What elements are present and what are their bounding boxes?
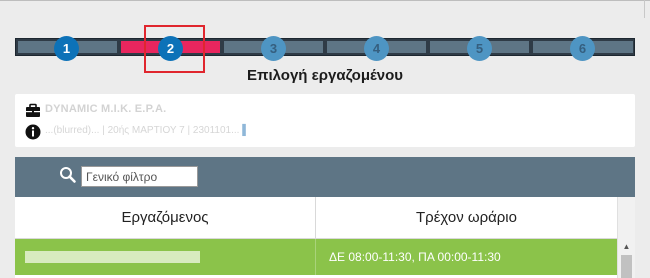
employees-table: Εργαζόμενος Τρέχον ωράριο ΔΕ 08:00-11:30… xyxy=(15,197,635,278)
general-filter-input[interactable] xyxy=(81,166,198,187)
step-1-button[interactable]: 1 xyxy=(54,36,79,61)
table-row[interactable]: ΔΕ 08:00-11:30, ΠΑ 00:00-11:30 xyxy=(15,239,617,275)
employee-cell xyxy=(15,239,316,275)
column-header-employee[interactable]: Εργαζόμενος xyxy=(15,197,316,238)
wizard-progress-bar xyxy=(15,38,635,56)
window-top-border xyxy=(0,0,650,1)
company-name: DYNAMIC M.I.K. E.P.A. xyxy=(45,103,167,115)
step-5-button[interactable]: 5 xyxy=(467,36,492,61)
briefcase-icon xyxy=(26,103,40,117)
step-6-button[interactable]: 6 xyxy=(570,36,595,61)
column-header-schedule[interactable]: Τρέχον ωράριο xyxy=(316,197,617,238)
current-step-highlight xyxy=(144,25,205,73)
step-4-button[interactable]: 4 xyxy=(364,36,389,61)
scrollbar-thumb[interactable] xyxy=(621,255,632,278)
table-scrollbar[interactable]: ▲ xyxy=(617,197,635,278)
redacted-employee-name xyxy=(25,251,200,263)
schedule-cell: ΔΕ 08:00-11:30, ΠΑ 00:00-11:30 xyxy=(329,250,501,264)
window-right-border xyxy=(644,0,645,18)
company-card: DYNAMIC M.I.K. E.P.A. ...(blurred)... | … xyxy=(15,94,635,147)
info-icon xyxy=(25,124,41,140)
filter-bar xyxy=(15,157,635,197)
table-header: Εργαζόμενος Τρέχον ωράριο xyxy=(15,197,617,239)
page-title: Επιλογή εργαζομένου xyxy=(246,67,404,84)
company-details: ...(blurred)... | 20ής ΜΑΡΤΙΟΥ 7 | 23011… xyxy=(45,125,250,136)
step-3-button[interactable]: 3 xyxy=(261,36,286,61)
scroll-up-arrow-icon[interactable]: ▲ xyxy=(618,239,635,253)
search-icon xyxy=(60,167,76,183)
